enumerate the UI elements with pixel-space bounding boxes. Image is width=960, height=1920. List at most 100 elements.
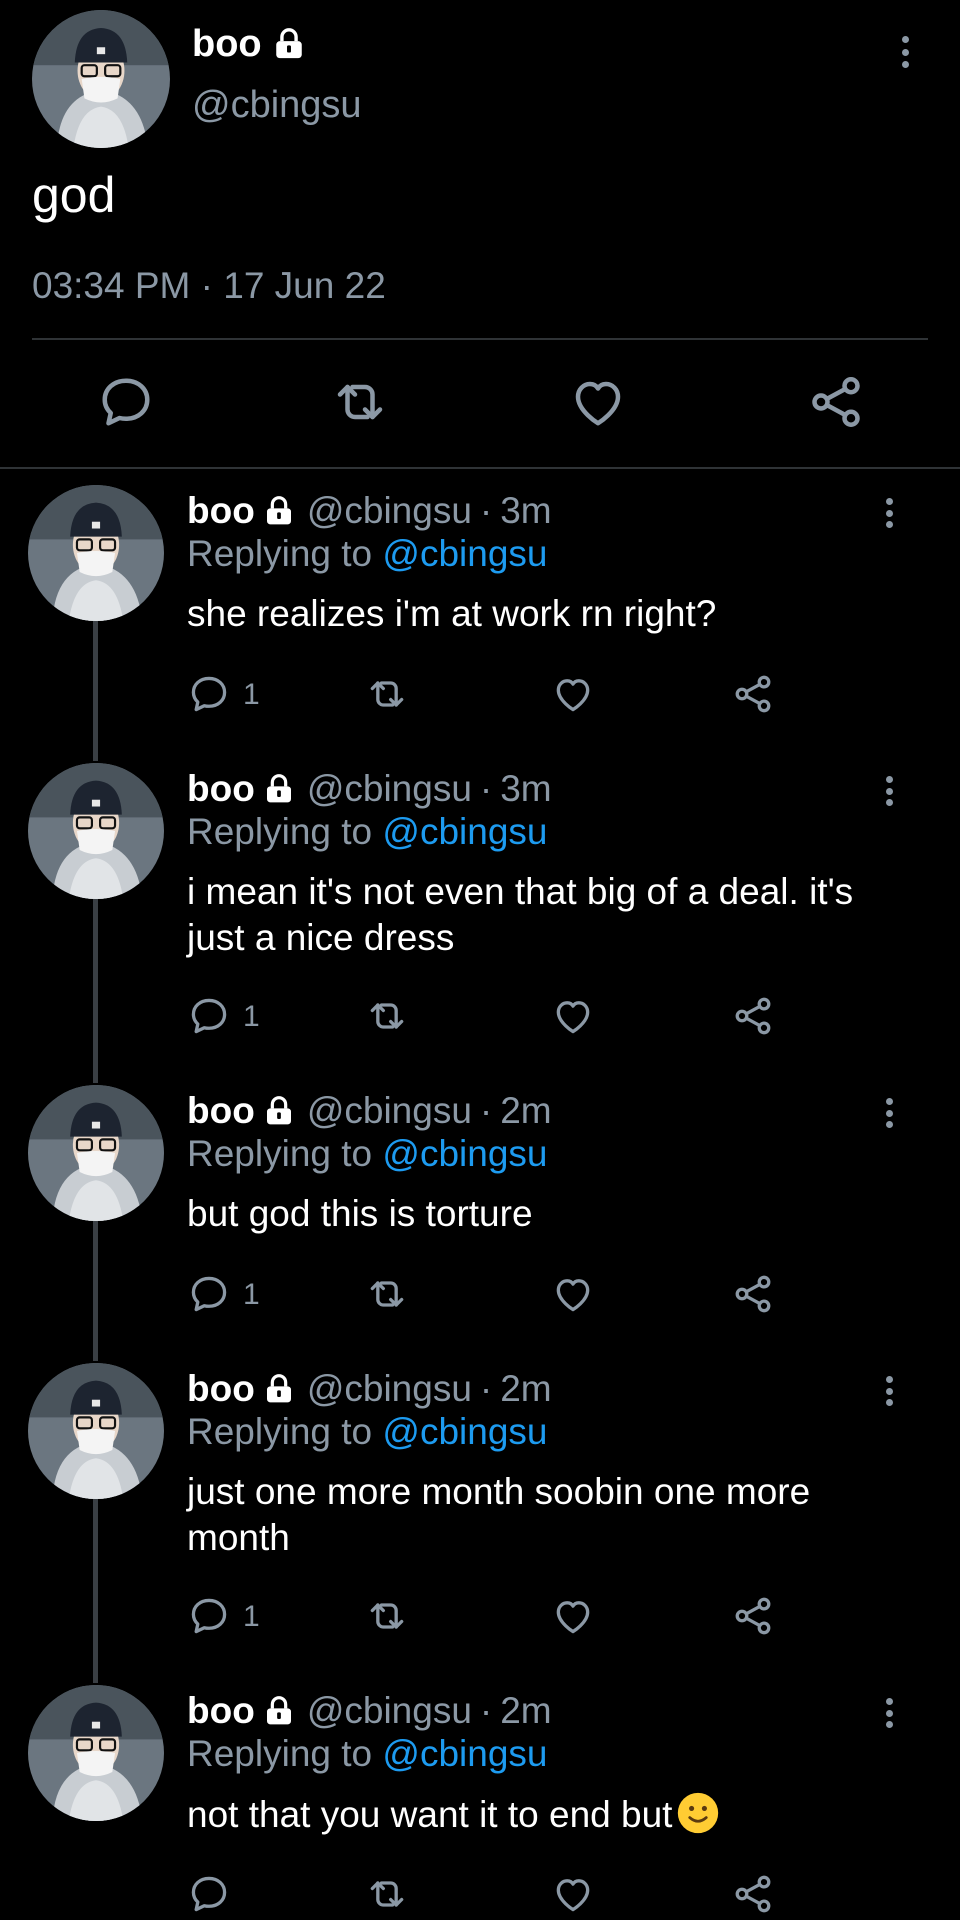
reply-tweet[interactable]: boo @cbingsu · 2m Replying to @cbingsu n… <box>0 1669 960 1920</box>
author-name[interactable]: boo <box>187 768 255 810</box>
avatar[interactable] <box>28 763 164 899</box>
replying-prefix: Replying to <box>187 811 373 852</box>
replying-to: Replying to @cbingsu <box>187 811 907 857</box>
tweet-timestamp[interactable]: 03:34 PM · 17 Jun 22 <box>32 265 386 307</box>
comment-icon[interactable] <box>187 1872 235 1920</box>
comment-icon[interactable] <box>187 994 235 1042</box>
replying-prefix: Replying to <box>187 1733 373 1774</box>
more-vertical-icon[interactable] <box>890 30 920 74</box>
slightly-smiling-face-emoji <box>676 1791 720 1835</box>
reply-text: i mean it's not even that big of a deal.… <box>187 871 854 958</box>
reply-tweet[interactable]: boo @cbingsu · 2m Replying to @cbingsu j… <box>0 1347 960 1683</box>
author-name[interactable]: boo <box>187 1368 255 1410</box>
comment-icon[interactable] <box>96 372 156 432</box>
mention-link[interactable]: @cbingsu <box>382 811 547 852</box>
reply-time[interactable]: 3m <box>500 768 551 810</box>
reply-text-content: not that you want it to end but <box>187 1794 673 1835</box>
comment-icon[interactable] <box>187 1594 235 1642</box>
avatar[interactable] <box>28 1685 164 1821</box>
author-name[interactable]: boo <box>187 1690 255 1732</box>
retweet-icon[interactable] <box>330 372 390 432</box>
reply-time[interactable]: 3m <box>500 490 551 532</box>
mention-link[interactable]: @cbingsu <box>382 1411 547 1452</box>
mention-link[interactable]: @cbingsu <box>382 1133 547 1174</box>
author-handle[interactable]: @cbingsu <box>307 1368 472 1410</box>
share-icon[interactable] <box>731 1594 779 1642</box>
comment-icon[interactable] <box>187 672 235 720</box>
author-name[interactable]: boo <box>192 23 262 66</box>
reply-tweet[interactable]: boo @cbingsu · 3m Replying to @cbingsu s… <box>0 469 960 761</box>
author-handle[interactable]: @cbingsu <box>307 1690 472 1732</box>
share-icon[interactable] <box>806 372 866 432</box>
more-vertical-icon[interactable] <box>874 771 904 811</box>
mention-link[interactable]: @cbingsu <box>382 533 547 574</box>
reply-count: 1 <box>243 1278 260 1311</box>
share-icon[interactable] <box>731 672 779 720</box>
heart-icon[interactable] <box>551 994 599 1042</box>
author-handle[interactable]: @cbingsu <box>192 84 362 127</box>
reply-text: not that you want it to end but <box>187 1791 907 1838</box>
separator: · <box>479 768 493 809</box>
more-vertical-icon[interactable] <box>874 1693 904 1733</box>
retweet-icon[interactable] <box>365 1872 413 1920</box>
author-name-row: boo <box>192 22 306 66</box>
author-handle[interactable]: @cbingsu <box>307 1090 472 1132</box>
reply-header: boo @cbingsu · 2m <box>187 1367 907 1411</box>
tweet-actions <box>0 372 960 434</box>
lock-icon <box>263 495 295 527</box>
avatar[interactable] <box>32 10 170 148</box>
separator: · <box>479 490 493 531</box>
thread-line <box>93 1221 98 1361</box>
retweet-icon[interactable] <box>365 1594 413 1642</box>
mention-link[interactable]: @cbingsu <box>382 1733 547 1774</box>
reply-tweet[interactable]: boo @cbingsu · 3m Replying to @cbingsu i… <box>0 747 960 1083</box>
replying-prefix: Replying to <box>187 1411 373 1452</box>
share-icon[interactable] <box>731 994 779 1042</box>
avatar[interactable] <box>28 485 164 621</box>
share-icon[interactable] <box>731 1872 779 1920</box>
reply-tweet[interactable]: boo @cbingsu · 2m Replying to @cbingsu b… <box>0 1069 960 1361</box>
lock-icon <box>263 773 295 805</box>
author-name[interactable]: boo <box>187 490 255 532</box>
reply-body: boo @cbingsu · 2m Replying to @cbingsu n… <box>187 1689 907 1838</box>
reply-time[interactable]: 2m <box>500 1090 551 1132</box>
reply-actions: 1 <box>187 1272 787 1322</box>
tweet-text: god <box>32 167 116 223</box>
thread-line <box>93 899 98 1083</box>
replying-to: Replying to @cbingsu <box>187 1733 907 1779</box>
reply-actions: 1 <box>187 672 787 722</box>
more-vertical-icon[interactable] <box>874 1093 904 1133</box>
retweet-icon[interactable] <box>365 994 413 1042</box>
comment-icon[interactable] <box>187 1272 235 1320</box>
heart-icon[interactable] <box>551 1594 599 1642</box>
author-handle[interactable]: @cbingsu <box>307 490 472 532</box>
reply-actions: 1 <box>187 1594 787 1644</box>
share-icon[interactable] <box>731 1272 779 1320</box>
reply-time[interactable]: 2m <box>500 1690 551 1732</box>
replying-to: Replying to @cbingsu <box>187 1411 907 1457</box>
reply-actions <box>187 1872 787 1920</box>
heart-icon[interactable] <box>551 672 599 720</box>
avatar[interactable] <box>28 1085 164 1221</box>
retweet-icon[interactable] <box>365 1272 413 1320</box>
lock-icon <box>263 1695 295 1727</box>
retweet-icon[interactable] <box>365 672 413 720</box>
reply-text: just one more month soobin one more mont… <box>187 1471 811 1558</box>
author-handle[interactable]: @cbingsu <box>307 768 472 810</box>
reply-count: 1 <box>243 1600 260 1633</box>
heart-icon[interactable] <box>551 1272 599 1320</box>
reply-count: 1 <box>243 678 260 711</box>
more-vertical-icon[interactable] <box>874 493 904 533</box>
reply-body: boo @cbingsu · 3m Replying to @cbingsu s… <box>187 489 907 637</box>
reply-body: boo @cbingsu · 3m Replying to @cbingsu i… <box>187 767 907 961</box>
thread-line <box>93 1499 98 1683</box>
author-name[interactable]: boo <box>187 1090 255 1132</box>
reply-header: boo @cbingsu · 3m <box>187 767 907 811</box>
avatar[interactable] <box>28 1363 164 1499</box>
reply-header: boo @cbingsu · 2m <box>187 1689 907 1733</box>
more-vertical-icon[interactable] <box>874 1371 904 1411</box>
heart-icon[interactable] <box>551 1872 599 1920</box>
reply-time[interactable]: 2m <box>500 1368 551 1410</box>
heart-icon[interactable] <box>568 372 628 432</box>
reply-list: boo @cbingsu · 3m Replying to @cbingsu s… <box>0 469 960 1920</box>
